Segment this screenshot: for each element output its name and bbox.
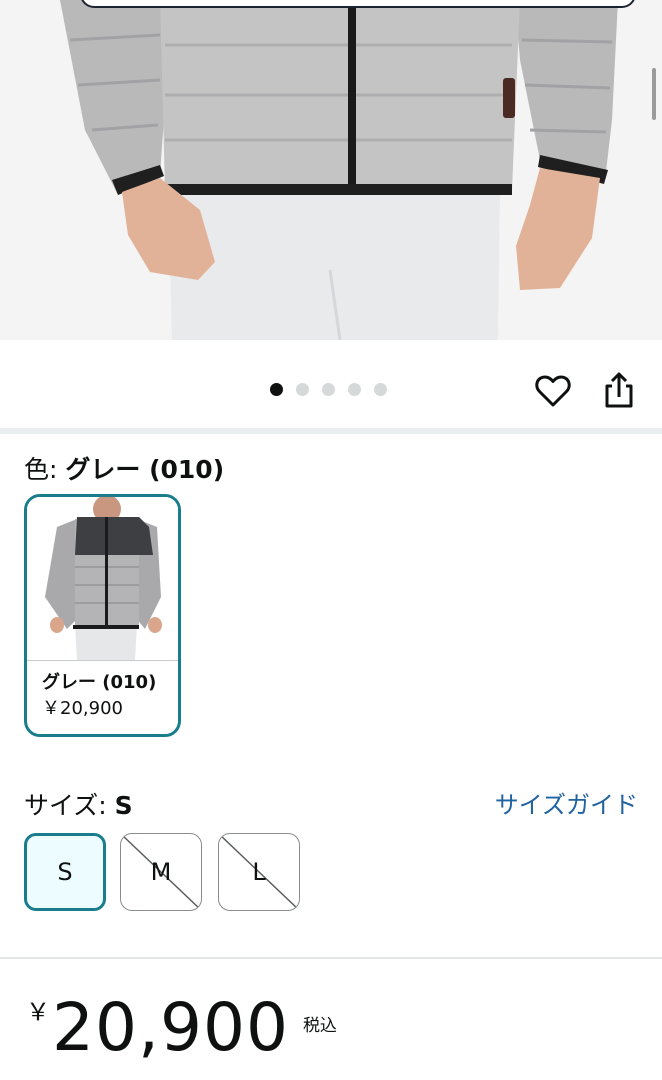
price-tax-note: 税込: [302, 1016, 337, 1036]
price-amount: 20,900: [52, 989, 289, 1066]
size-label-key: サイズ:: [24, 791, 115, 820]
section-divider: [0, 428, 662, 434]
size-option-label: L: [252, 858, 266, 886]
product-image[interactable]: [0, 0, 662, 340]
share-button[interactable]: [600, 370, 638, 410]
scroll-indicator: [652, 68, 656, 120]
size-label-value: S: [114, 791, 133, 820]
swatch-color-name: グレー (010): [42, 672, 157, 693]
size-option-s[interactable]: S: [24, 833, 106, 911]
swatch-divider: [27, 660, 178, 661]
size-selection-label: サイズ: S: [24, 790, 133, 822]
heart-icon: [535, 375, 571, 407]
carousel-dot[interactable]: [348, 383, 361, 396]
price-display: ￥ 20,900 税込: [26, 992, 337, 1064]
color-swatch-gray[interactable]: グレー (010) ￥20,900: [24, 494, 181, 737]
color-selection-label: 色: グレー (010): [24, 454, 224, 486]
carousel-dots: [270, 383, 387, 396]
size-option-m[interactable]: M: [120, 833, 202, 911]
swatch-thumbnail: [27, 497, 178, 660]
size-option-label: M: [150, 858, 172, 886]
size-option-l[interactable]: L: [218, 833, 300, 911]
carousel-dot[interactable]: [296, 383, 309, 396]
carousel-controls: [0, 340, 662, 428]
share-icon: [605, 372, 633, 408]
color-label-key: 色:: [24, 455, 66, 484]
size-option-label: S: [57, 858, 73, 886]
wishlist-button[interactable]: [534, 372, 572, 410]
jacket-photo: [0, 0, 662, 340]
color-label-value: グレー (010): [65, 455, 225, 484]
carousel-dot[interactable]: [374, 383, 387, 396]
price-currency: ￥: [26, 998, 50, 1026]
swatch-price: ￥20,900: [42, 698, 123, 719]
carousel-dot[interactable]: [322, 383, 335, 396]
size-guide-link[interactable]: サイズガイド: [495, 789, 638, 821]
jacket-thumbnail-image: [27, 497, 178, 660]
section-divider: [0, 957, 662, 959]
carousel-dot[interactable]: [270, 383, 283, 396]
search-bar-edge: [80, 0, 636, 8]
